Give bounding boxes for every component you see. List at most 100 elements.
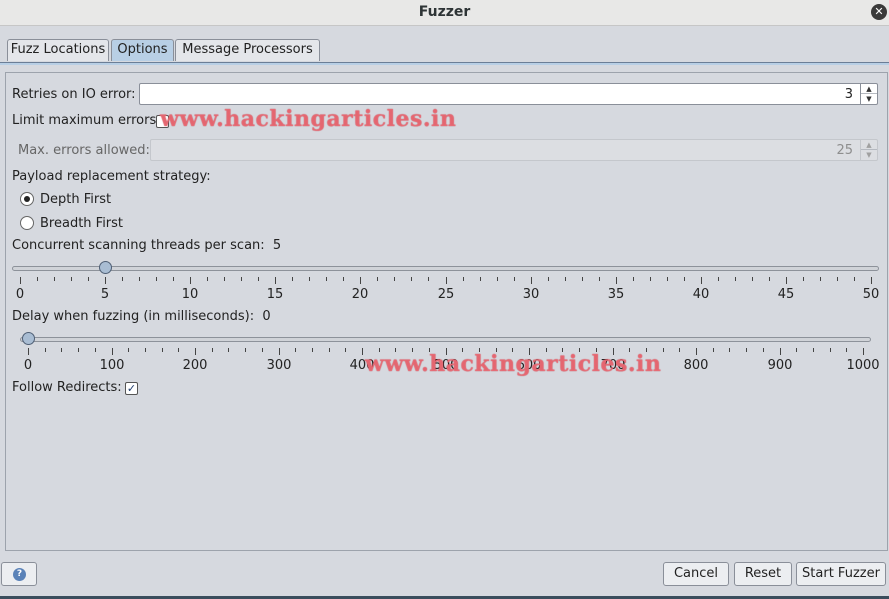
slider-tick-label: 400	[349, 358, 375, 373]
max-errors-spinner: 25 ▲ ▼	[150, 139, 878, 161]
slider-tick	[112, 348, 113, 355]
close-icon[interactable]: ✕	[871, 4, 887, 20]
start-fuzzer-button[interactable]: Start Fuzzer	[796, 562, 886, 586]
slider-tick	[379, 348, 380, 352]
slider-tick	[496, 348, 497, 352]
tab-message-processors[interactable]: Message Processors	[175, 39, 320, 61]
slider-tick	[582, 277, 583, 281]
delay-value: 0	[262, 309, 271, 324]
help-button[interactable]: ?	[1, 562, 37, 586]
slider-tick	[395, 348, 396, 352]
slider-tick-label: 200	[182, 358, 208, 373]
radio-selected-dot	[24, 196, 30, 202]
slider-tick	[786, 277, 787, 284]
slider-tick	[863, 348, 864, 355]
slider-tick-label: 0	[23, 358, 33, 373]
slider-tick	[701, 277, 702, 284]
tab-fuzz-locations[interactable]: Fuzz Locations	[7, 39, 109, 61]
slider-tick-label: 100	[99, 358, 125, 373]
cancel-button[interactable]: Cancel	[663, 562, 729, 586]
slider-tick	[562, 348, 563, 352]
slider-tick	[813, 348, 814, 352]
delay-label-text: Delay when fuzzing (in milliseconds):	[12, 309, 255, 324]
slider-track[interactable]	[20, 337, 871, 342]
slider-tick	[696, 348, 697, 355]
slider-tick-label: 15	[266, 287, 284, 302]
slider-tick-label: 5	[100, 287, 110, 302]
slider-tick	[275, 277, 276, 284]
slider-tick	[20, 277, 21, 284]
retries-spinner[interactable]: 3 ▲ ▼	[139, 83, 878, 105]
slider-tick	[596, 348, 597, 352]
slider-tick	[173, 277, 174, 281]
slider-tick	[735, 277, 736, 281]
slider-thumb[interactable]	[22, 332, 35, 345]
follow-redirects-checkbox[interactable]: ✓	[125, 382, 138, 395]
slider-tick	[312, 348, 313, 352]
radio-breadth-first[interactable]	[20, 216, 34, 230]
breadth-first-label[interactable]: Breadth First	[40, 216, 123, 231]
slider-tick-label: 45	[777, 287, 795, 302]
tab-options[interactable]: Options	[111, 39, 174, 61]
slider-tick	[343, 277, 344, 281]
depth-first-label[interactable]: Depth First	[40, 192, 111, 207]
slider-tick	[54, 277, 55, 281]
slider-tick	[162, 348, 163, 352]
slider-tick-label: 800	[683, 358, 709, 373]
slider-tick	[292, 277, 293, 281]
slider-tick	[830, 348, 831, 352]
slider-tick	[579, 348, 580, 352]
slider-thumb[interactable]	[99, 261, 112, 274]
slider-tick	[497, 277, 498, 281]
slider-tick	[329, 348, 330, 352]
title-bar: Fuzzer ✕	[0, 0, 889, 26]
spinner-up-icon[interactable]: ▲	[861, 84, 877, 94]
slider-tick	[446, 348, 447, 355]
slider-tick	[178, 348, 179, 352]
slider-tick-label: 20	[351, 287, 369, 302]
threads-label: Concurrent scanning threads per scan: 5	[12, 238, 281, 253]
slider-tick	[37, 277, 38, 281]
slider-tick	[412, 348, 413, 352]
slider-tick	[479, 348, 480, 352]
slider-tick	[241, 277, 242, 281]
slider-tick	[105, 277, 106, 284]
slider-tick	[411, 277, 412, 281]
slider-tick	[88, 277, 89, 281]
slider-tick	[377, 277, 378, 281]
slider-tick	[763, 348, 764, 352]
follow-redirects-label: Follow Redirects:	[12, 380, 122, 395]
retries-spinner-arrows[interactable]: ▲ ▼	[860, 84, 877, 104]
slider-tick-label: 35	[607, 287, 625, 302]
slider-tick	[769, 277, 770, 281]
threads-label-text: Concurrent scanning threads per scan:	[12, 238, 265, 253]
reset-button[interactable]: Reset	[734, 562, 792, 586]
slider-tick	[95, 348, 96, 352]
slider-tick	[61, 348, 62, 352]
strategy-label: Payload replacement strategy:	[12, 169, 211, 184]
slider-tick	[156, 277, 157, 281]
slider-tick-label: 0	[15, 287, 25, 302]
slider-tick-label: 25	[437, 287, 455, 302]
slider-tick-label: 700	[600, 358, 626, 373]
slider-tick-label: 30	[522, 287, 540, 302]
slider-tick	[145, 348, 146, 352]
radio-depth-first[interactable]	[20, 192, 34, 206]
spinner-down-icon[interactable]: ▼	[861, 94, 877, 104]
slider-tick	[529, 348, 530, 355]
limit-errors-checkbox[interactable]	[156, 115, 169, 128]
slider-tick-label: 500	[433, 358, 459, 373]
slider-tick	[245, 348, 246, 352]
slider-tick	[28, 348, 29, 355]
slider-tick	[646, 348, 647, 352]
threads-value: 5	[272, 238, 282, 253]
slider-tick	[71, 277, 72, 281]
help-icon: ?	[13, 568, 26, 581]
slider-tick	[360, 277, 361, 284]
retries-value[interactable]: 3	[845, 87, 853, 102]
slider-tick-label: 50	[862, 287, 880, 302]
slider-tick	[871, 277, 872, 284]
slider-tick	[228, 348, 229, 352]
slider-track[interactable]	[12, 266, 879, 271]
slider-tick-label: 300	[266, 358, 292, 373]
